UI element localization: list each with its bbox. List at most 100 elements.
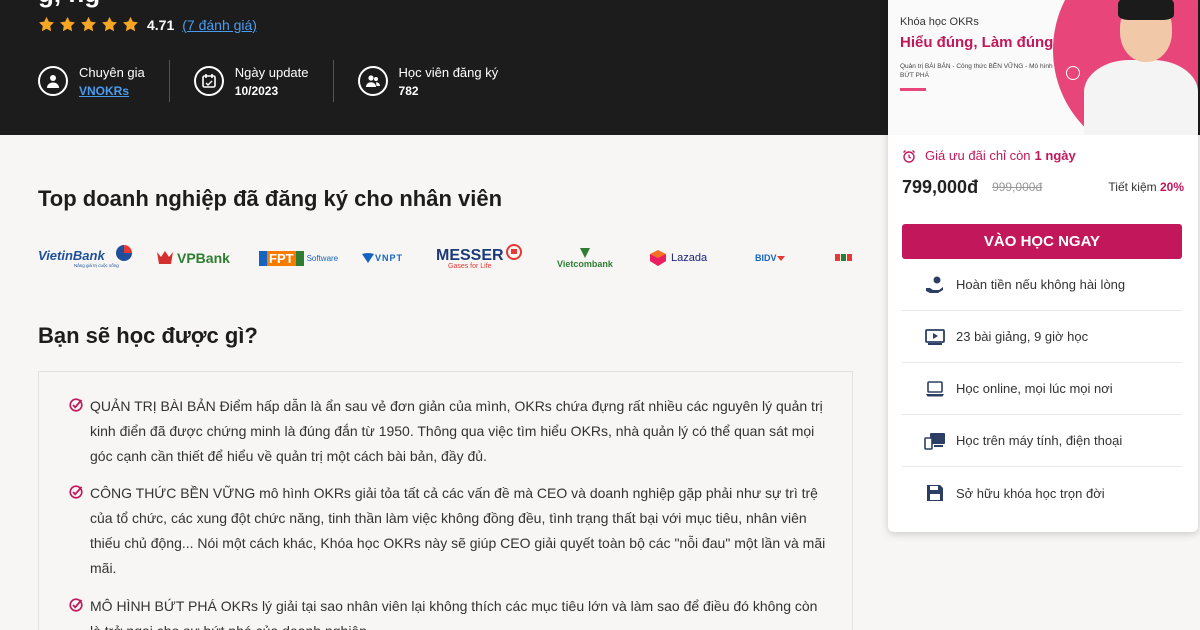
companies-title: Top doanh nghiệp đã đăng ký cho nhân viê…	[38, 186, 503, 211]
current-price: 799,000đ	[902, 176, 979, 197]
savings-label: Tiết kiệm	[1108, 180, 1157, 194]
meta-update: Ngày update 10/2023	[193, 60, 309, 102]
feature-item: 23 bài giảng, 9 giờ học	[902, 311, 1182, 363]
logo-lazada: Lazada	[649, 240, 707, 276]
savings: Tiết kiệm 20%	[1108, 180, 1184, 194]
course-banner[interactable]: Khóa học OKRs Hiểu đúng, Làm đúng Quản t…	[888, 0, 1198, 135]
meta-students-value: 782	[398, 83, 419, 98]
bidv-mark-icon	[776, 256, 785, 261]
logo-vietcombank-name: Vietcombank	[557, 259, 613, 269]
price-row: 799,000đ 999,000đ Tiết kiệm 20%	[902, 176, 1184, 198]
logo-fpt-name: FPT	[259, 250, 304, 266]
devices-icon	[924, 430, 946, 452]
logo-vietcombank: Vietcombank	[557, 240, 613, 276]
learn-item: MÔ HÌNH BỨT PHÁ OKRs lý giải tại sao nhâ…	[69, 594, 829, 630]
messer-mark-icon	[505, 244, 522, 260]
check-circle-icon	[69, 398, 83, 412]
banner-ring	[1066, 66, 1080, 80]
star-half-icon	[123, 16, 138, 32]
star-icon	[102, 16, 117, 32]
logo-partial	[835, 240, 853, 276]
meta-students-label: Học viên đăng ký	[398, 64, 499, 80]
feature-label: Học trên máy tính, điện thoại	[956, 433, 1123, 448]
check-circle-icon	[69, 598, 83, 612]
logo-lazada-name: Lazada	[671, 252, 708, 264]
learn-item-text: MÔ HÌNH BỨT PHÁ OKRs lý giải tại sao nhâ…	[90, 598, 818, 630]
savings-percent: 20%	[1159, 180, 1184, 194]
meta-students: Học viên đăng ký 782	[357, 60, 499, 102]
learn-item: QUẢN TRỊ BÀI BẢN Điểm hấp dẫn là ẩn sau …	[69, 394, 829, 469]
enroll-button[interactable]: VÀO HỌC NGAY	[902, 224, 1182, 259]
vpbank-mark-icon	[157, 251, 173, 264]
logo-vnpt-name: VNPT	[375, 253, 404, 263]
logo-fpt-suffix: Software	[306, 253, 339, 263]
feature-item: Học online, mọi lúc mọi nơi	[902, 363, 1182, 415]
deal-countdown: Giá ưu đãi chỉ còn 1 ngày	[902, 148, 1076, 163]
logo-vietinbank-tagline: Nâng giá trị cuộc sống	[74, 263, 119, 268]
learn-item: CÔNG THỨC BỀN VỮNG mô hình OKRs giải tỏa…	[69, 481, 829, 581]
banner-big-title: Hiểu đúng, Làm đúng	[900, 34, 1054, 51]
lazada-mark-icon	[650, 250, 666, 266]
learn-item-text: CÔNG THỨC BỀN VỮNG mô hình OKRs giải tỏa…	[90, 485, 826, 576]
feature-label: 23 bài giảng, 9 giờ học	[956, 329, 1089, 344]
users-icon	[357, 66, 388, 96]
vietinbank-mark-icon	[115, 245, 132, 261]
divider	[168, 60, 170, 102]
feature-label: Sở hữu khóa học trọn đời	[956, 485, 1105, 501]
partial-logo-icon	[835, 254, 852, 261]
user-circle-icon	[38, 66, 68, 96]
refund-hand-icon	[924, 274, 946, 296]
logo-vietinbank-name: VietinBank	[38, 248, 105, 263]
rating-value: 4.71	[147, 16, 175, 33]
logo-fpt: FPT Software	[259, 240, 338, 276]
logo-vnpt: VNPT	[361, 240, 403, 276]
logo-messer: MESSER Gases for Life	[436, 240, 522, 276]
company-logos: VietinBank Nâng giá trị cuộc sống VPBank…	[38, 240, 858, 276]
feature-item: Hoàn tiền nếu không hài lòng	[902, 259, 1182, 311]
calendar-icon	[193, 66, 224, 96]
logo-vpbank: VPBank	[156, 240, 230, 276]
video-lesson-icon	[924, 326, 946, 348]
logo-messer-tagline: Gases for Life	[448, 262, 492, 270]
expert-link[interactable]: VNOKRs	[79, 84, 145, 98]
feature-item: Sở hữu khóa học trọn đời	[902, 467, 1182, 519]
logo-vietinbank: VietinBank Nâng giá trị cuộc sống	[38, 240, 133, 276]
meta-expert-label: Chuyên gia	[79, 64, 145, 80]
banner-bar	[900, 88, 926, 91]
old-price: 999,000đ	[992, 180, 1043, 194]
learn-box: QUẢN TRỊ BÀI BẢN Điểm hấp dẫn là ẩn sau …	[38, 371, 853, 630]
instructor-body	[1084, 60, 1198, 135]
feature-item: Học trên máy tính, điện thoại	[902, 415, 1182, 467]
banner-small-title: Khóa học OKRs	[900, 16, 979, 28]
check-circle-icon	[69, 485, 83, 499]
save-disk-icon	[924, 482, 946, 504]
feature-list: Hoàn tiền nếu không hài lòng 23 bài giản…	[902, 259, 1182, 519]
alarm-clock-icon	[903, 149, 915, 163]
deal-text: Giá ưu đãi chỉ còn	[925, 148, 1031, 163]
logo-bidv: BIDV	[755, 240, 785, 276]
learn-item-text: QUẢN TRỊ BÀI BẢN Điểm hấp dẫn là ẩn sau …	[90, 398, 823, 464]
vnpt-mark-icon	[362, 253, 374, 263]
deal-days: 1 ngày	[1034, 148, 1076, 163]
course-title: g, ng	[38, 0, 100, 9]
divider	[332, 60, 334, 102]
purchase-card: Khóa học OKRs Hiểu đúng, Làm đúng Quản t…	[888, 0, 1198, 532]
star-icon	[81, 16, 96, 32]
learn-title: Bạn sẽ học được gì?	[38, 323, 258, 348]
star-icon	[39, 16, 54, 32]
feature-label: Học online, mọi lúc mọi nơi	[956, 381, 1113, 396]
rating: 4.71 (7 đánh giá)	[38, 16, 257, 33]
course-meta: Chuyên gia VNOKRs Ngày update 10/2023 Họ…	[38, 60, 498, 102]
meta-update-value: 10/2023	[234, 83, 279, 98]
vietcombank-mark-icon	[579, 248, 590, 258]
star-icon	[60, 16, 75, 32]
logo-vpbank-name: VPBank	[177, 250, 230, 266]
banner-subtitle: Quản trị BÀI BẢN - Công thức BỀN VỮNG - …	[900, 63, 1053, 79]
reviews-link[interactable]: (7 đánh giá)	[182, 17, 257, 33]
laptop-icon	[924, 378, 946, 400]
meta-update-label: Ngày update	[234, 64, 309, 80]
logo-bidv-name: BIDV	[755, 253, 777, 263]
meta-expert: Chuyên gia VNOKRs	[38, 60, 145, 102]
feature-label: Hoàn tiền nếu không hài lòng	[956, 277, 1126, 292]
instructor-hair	[1118, 0, 1174, 20]
